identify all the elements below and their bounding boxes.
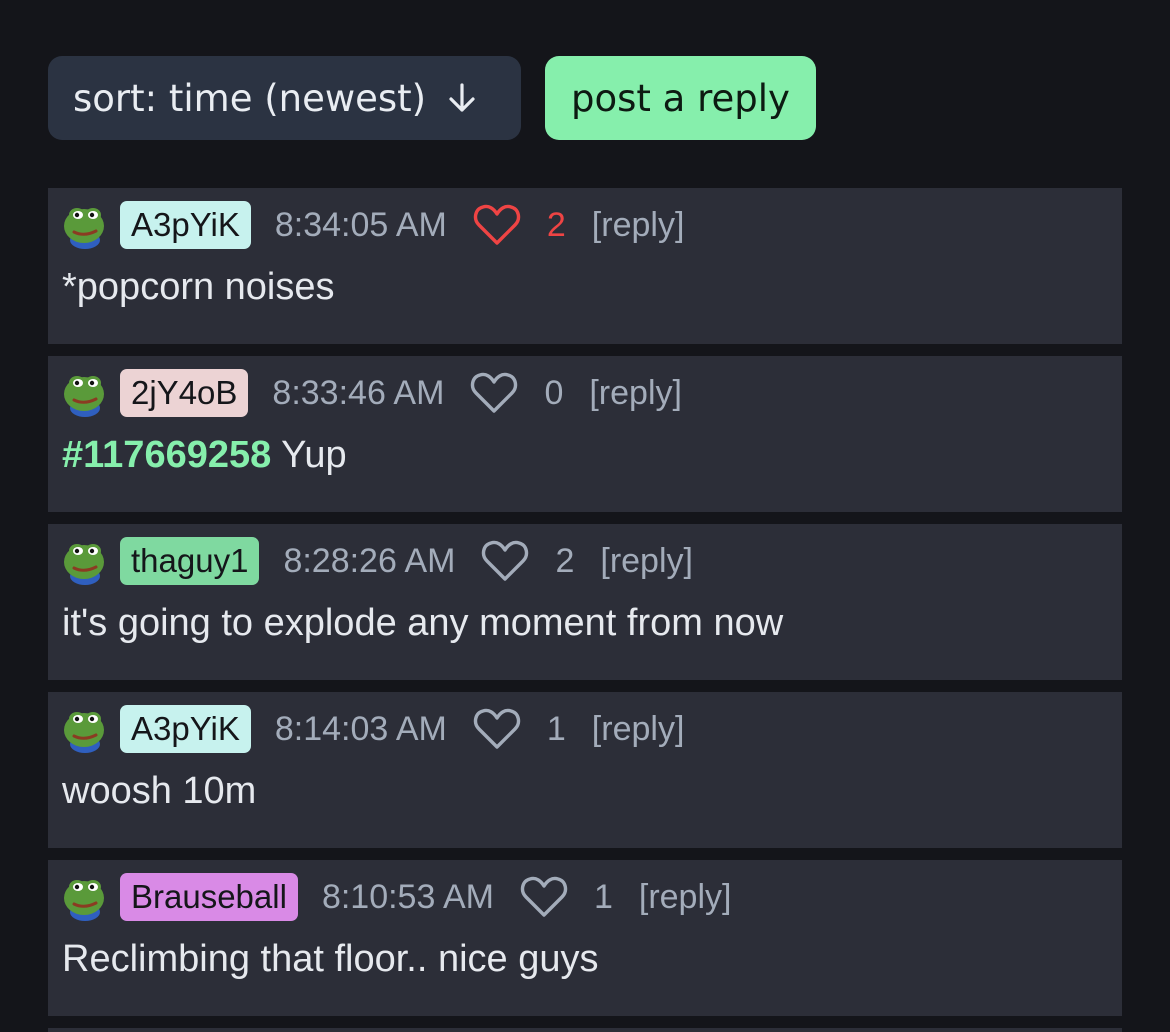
comment-header: Brauseball 8:10:53 AM 1 [reply] bbox=[60, 872, 731, 922]
avatar bbox=[60, 704, 110, 754]
like-count: 2 bbox=[546, 205, 566, 244]
heart-icon[interactable] bbox=[473, 707, 521, 751]
comment-body-text: it's going to explode any moment from no… bbox=[62, 602, 784, 644]
avatar bbox=[60, 536, 110, 586]
reply-link[interactable]: [reply] bbox=[639, 878, 732, 917]
timestamp: 8:14:03 AM bbox=[274, 709, 447, 748]
comment-item-partial bbox=[48, 1028, 1122, 1032]
comment-item: thaguy1 8:28:26 AM 2 [reply] it's going to e… bbox=[48, 524, 1122, 680]
reply-link[interactable]: [reply] bbox=[600, 542, 693, 581]
toolbar: sort: time (newest) post a reply bbox=[48, 56, 816, 140]
comment-text: #117669258 Yup bbox=[62, 434, 347, 477]
timestamp: 8:28:26 AM bbox=[283, 541, 456, 580]
comment-item: A3pYiK 8:14:03 AM 1 [reply] woosh 10m bbox=[48, 692, 1122, 848]
comment-text: woosh 10m bbox=[62, 770, 256, 813]
like-count: 2 bbox=[555, 541, 575, 580]
post-reply-button[interactable]: post a reply bbox=[545, 56, 816, 140]
comment-header: 2jY4oB 8:33:46 AM 0 [reply] bbox=[60, 368, 682, 418]
comment-list: A3pYiK 8:34:05 AM 2 [reply] *popcorn noises … bbox=[48, 188, 1122, 1032]
comment-text: Reclimbing that floor.. nice guys bbox=[62, 938, 599, 981]
reply-link[interactable]: [reply] bbox=[589, 374, 682, 413]
comment-header: A3pYiK 8:34:05 AM 2 [reply] bbox=[60, 200, 684, 250]
comment-text: it's going to explode any moment from no… bbox=[62, 602, 783, 645]
username-badge[interactable]: thaguy1 bbox=[120, 537, 260, 585]
like-count: 0 bbox=[544, 373, 564, 412]
username-badge[interactable]: 2jY4oB bbox=[120, 369, 249, 417]
timestamp: 8:33:46 AM bbox=[272, 373, 445, 412]
like-count: 1 bbox=[546, 709, 566, 748]
comment-header: A3pYiK 8:14:03 AM 1 [reply] bbox=[60, 704, 684, 754]
heart-icon[interactable] bbox=[481, 539, 529, 583]
post-reply-label: post a reply bbox=[571, 76, 790, 120]
heart-icon[interactable] bbox=[473, 203, 521, 247]
comment-item: Brauseball 8:10:53 AM 1 [reply] Reclimbing t… bbox=[48, 860, 1122, 1016]
heart-icon[interactable] bbox=[520, 875, 568, 919]
username-badge[interactable]: A3pYiK bbox=[120, 201, 251, 249]
like-count: 1 bbox=[593, 877, 613, 916]
sort-button[interactable]: sort: time (newest) bbox=[48, 56, 521, 140]
arrow-down-icon bbox=[444, 80, 480, 116]
heart-icon[interactable] bbox=[470, 371, 518, 415]
comment-body-text: Reclimbing that floor.. nice guys bbox=[62, 938, 599, 980]
timestamp: 8:10:53 AM bbox=[321, 877, 494, 916]
username-badge[interactable]: Brauseball bbox=[120, 873, 298, 921]
timestamp: 8:34:05 AM bbox=[274, 205, 447, 244]
comment-body-text: Yup bbox=[271, 434, 347, 476]
reply-link[interactable]: [reply] bbox=[592, 710, 685, 749]
comment-header: thaguy1 8:28:26 AM 2 [reply] bbox=[60, 536, 693, 586]
comment-item: 2jY4oB 8:33:46 AM 0 [reply] #117669258 Yup bbox=[48, 356, 1122, 512]
comment-body-text: *popcorn noises bbox=[62, 266, 335, 308]
reference-link[interactable]: #117669258 bbox=[62, 434, 271, 476]
avatar bbox=[60, 200, 110, 250]
username-badge[interactable]: A3pYiK bbox=[120, 705, 251, 753]
comment-body-text: woosh 10m bbox=[62, 770, 257, 812]
avatar bbox=[60, 872, 110, 922]
sort-label: sort: time (newest) bbox=[73, 76, 427, 120]
avatar bbox=[60, 368, 110, 418]
comment-text: *popcorn noises bbox=[62, 266, 335, 309]
reply-link[interactable]: [reply] bbox=[592, 206, 685, 245]
comment-item: A3pYiK 8:34:05 AM 2 [reply] *popcorn noises bbox=[48, 188, 1122, 344]
